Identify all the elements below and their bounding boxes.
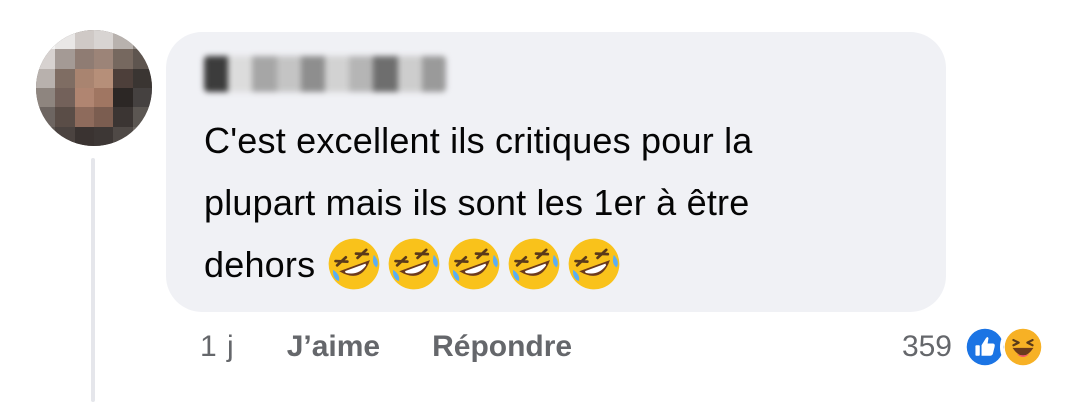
comment-line-text: dehors [204, 244, 316, 285]
like-button[interactable]: J’aime [287, 330, 380, 364]
haha-icon [1000, 324, 1046, 370]
rofl-emoji [448, 239, 500, 290]
comment-actions: 1 j J’aime Répondre [200, 330, 624, 364]
comment-line: C'est excellent ils critiques pour la [204, 120, 753, 161]
rofl-emoji [508, 239, 560, 290]
comment-container: C'est excellent ils critiques pour la pl… [0, 0, 1080, 402]
comment-line: dehors [204, 234, 924, 296]
comment-text: C'est excellent ils critiques pour la pl… [204, 110, 924, 296]
reaction-count: 359 [901, 330, 952, 363]
author-name-redacted[interactable] [204, 56, 446, 92]
avatar[interactable] [36, 30, 152, 146]
reaction-summary[interactable]: 359 [902, 324, 1046, 370]
avatar-pixelated-image [36, 30, 152, 146]
rofl-emoji [328, 239, 380, 290]
reaction-icons [962, 324, 1046, 370]
emoji-group [325, 235, 623, 293]
thread-line [91, 158, 95, 402]
reply-button[interactable]: Répondre [432, 330, 572, 364]
rofl-emoji [568, 239, 620, 290]
timestamp[interactable]: 1 j [200, 330, 235, 364]
comment-bubble: C'est excellent ils critiques pour la pl… [166, 32, 946, 312]
comment-line: plupart mais ils sont les 1er à être [204, 182, 750, 223]
rofl-emoji [388, 239, 440, 290]
